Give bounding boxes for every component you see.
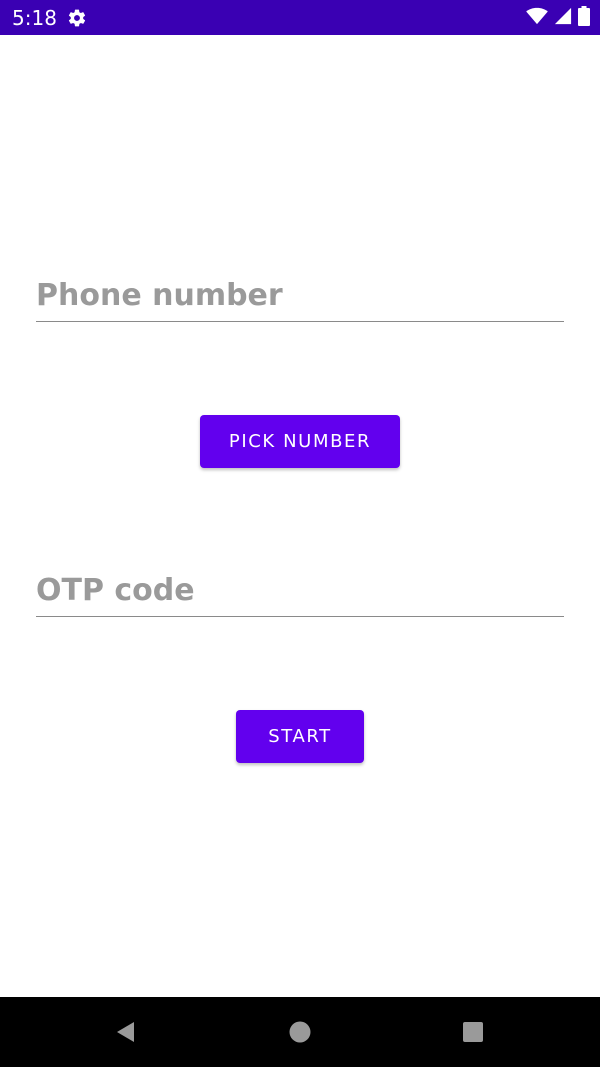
home-icon[interactable] <box>287 1019 313 1045</box>
status-icons <box>526 6 590 30</box>
battery-icon <box>578 6 590 30</box>
phone-number-input[interactable] <box>36 278 564 313</box>
otp-code-input[interactable] <box>36 573 564 608</box>
status-bar: 5:18 <box>0 0 600 35</box>
back-icon[interactable] <box>113 1019 139 1045</box>
wifi-icon <box>526 7 548 29</box>
status-time: 5:18 <box>12 6 57 30</box>
app-screen: 5:18 Phone number PICK NUMBER OTP code S… <box>0 0 600 1067</box>
pick-number-button[interactable]: PICK NUMBER <box>200 415 400 468</box>
otp-code-field <box>36 556 564 617</box>
start-button[interactable]: START <box>236 710 364 763</box>
recents-icon[interactable] <box>460 1019 486 1045</box>
phone-number-field <box>36 261 564 322</box>
gear-icon <box>67 8 87 28</box>
navigation-bar <box>0 997 600 1067</box>
signal-icon <box>554 7 572 29</box>
